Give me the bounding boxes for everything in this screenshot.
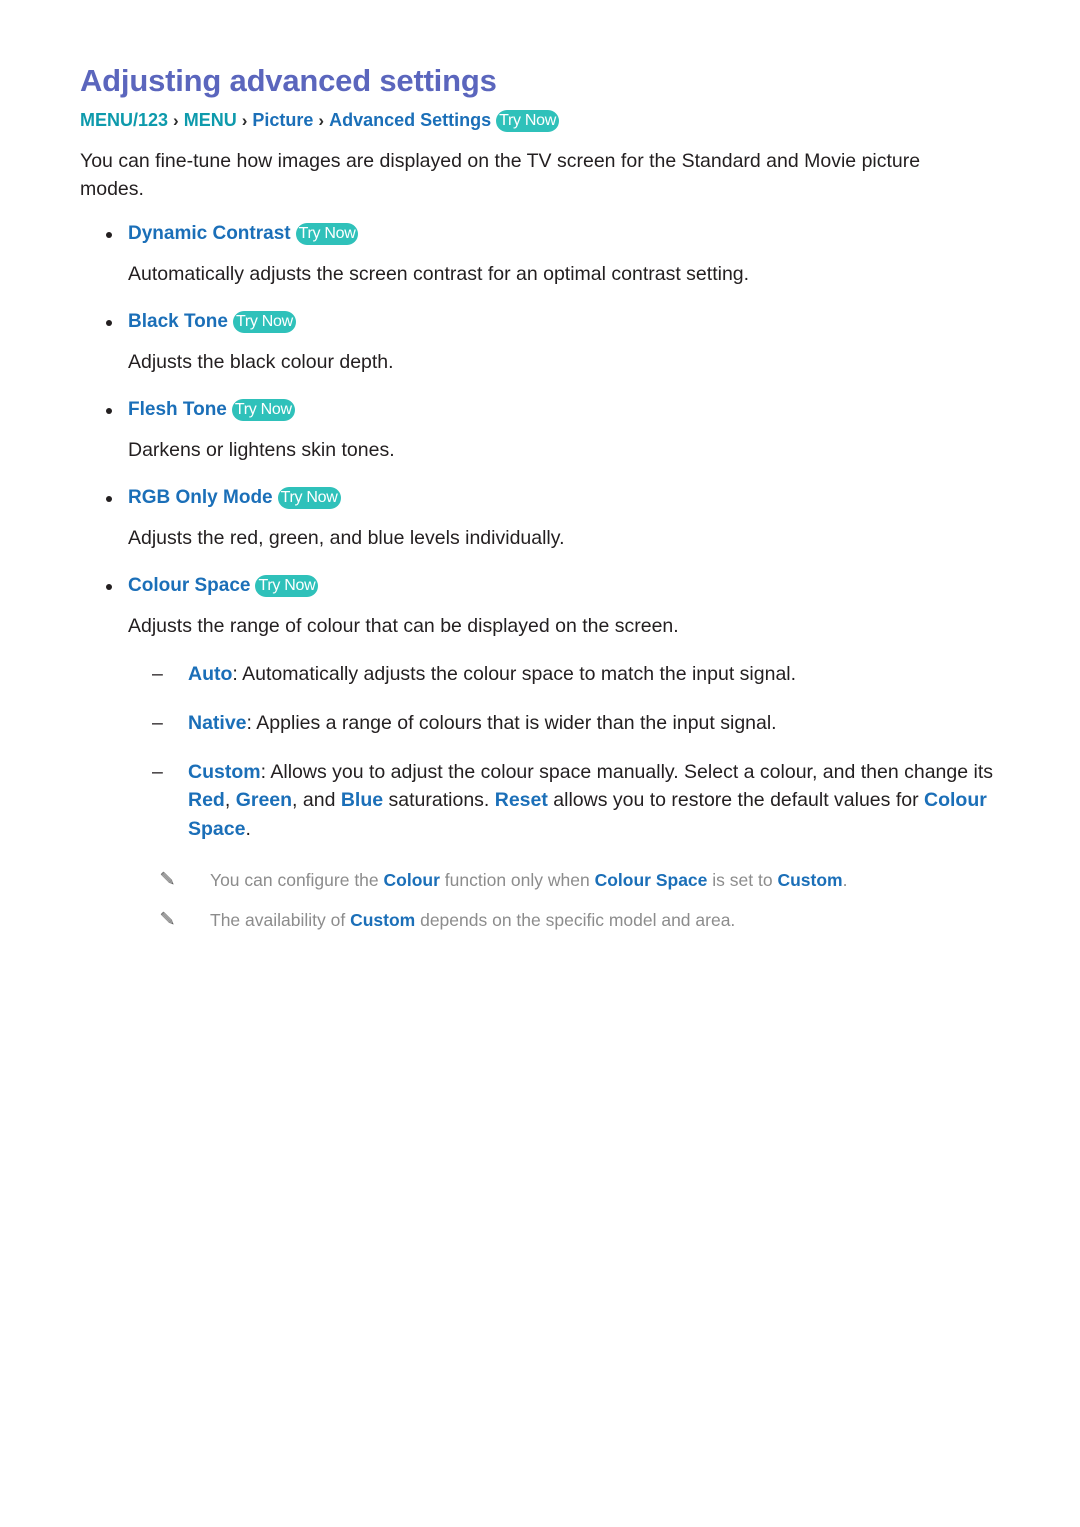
option-text-custom-a: : Allows you to adjust the colour space … xyxy=(260,760,994,783)
notes-list: You can configure the Colour function on… xyxy=(80,868,1010,933)
breadcrumb-item-advanced-settings[interactable]: Advanced Settings xyxy=(329,110,491,130)
setting-description-black-tone: Adjusts the black colour depth. xyxy=(128,351,394,374)
option-text-custom-b: , xyxy=(224,789,236,812)
option-term-auto[interactable]: Auto xyxy=(188,663,232,685)
note-text-b: depends on the specific model and area. xyxy=(415,910,736,931)
bullet-dot-icon xyxy=(106,319,112,326)
note-item: The availability of Custom depends on th… xyxy=(80,908,1010,933)
keyword-green[interactable]: Green xyxy=(236,789,292,811)
setting-label-colour-space[interactable]: Colour Space xyxy=(128,575,250,596)
option-text-auto: : Automatically adjusts the colour space… xyxy=(232,663,797,686)
breadcrumb: MENU/123 › MENU › Picture › Advanced Settings T… xyxy=(80,108,1010,133)
try-now-badge[interactable]: Try Now xyxy=(255,574,319,597)
try-now-badge[interactable]: Try Now xyxy=(232,310,296,333)
page-title: Adjusting advanced settings xyxy=(80,63,497,98)
breadcrumb-item-picture[interactable]: Picture xyxy=(252,110,313,130)
pencil-icon xyxy=(158,869,178,889)
note-text-d: . xyxy=(842,869,848,890)
setting-description-rgb-only-mode: Adjusts the red, green, and blue levels … xyxy=(128,527,565,550)
list-item: RGB Only Mode Try Now xyxy=(80,486,1010,511)
keyword-colour[interactable]: Colour xyxy=(384,870,440,890)
note-text-c: is set to xyxy=(707,869,778,890)
breadcrumb-separator-icon: › xyxy=(318,111,325,131)
bullet-dot-icon xyxy=(106,407,112,414)
try-now-badge[interactable]: Try Now xyxy=(496,110,559,133)
keyword-reset[interactable]: Reset xyxy=(495,789,548,811)
breadcrumb-separator-icon: › xyxy=(241,111,248,131)
setting-description-colour-space: Adjusts the range of colour that can be … xyxy=(128,615,679,638)
list-item: Black Tone Try Now xyxy=(80,310,1010,335)
breadcrumb-item-menu[interactable]: MENU xyxy=(184,110,237,130)
keyword-blue[interactable]: Blue xyxy=(341,789,383,811)
bullet-dot-icon xyxy=(106,231,112,238)
breadcrumb-separator-icon: › xyxy=(173,111,179,131)
keyword-colour-space[interactable]: Colour Space xyxy=(595,870,708,890)
pencil-icon xyxy=(158,909,178,929)
option-term-custom[interactable]: Custom xyxy=(188,761,261,783)
list-item: Colour Space Try Now xyxy=(80,574,1010,599)
note-text-b: function only when xyxy=(439,869,595,890)
option-auto: – Auto: Automatically adjusts the colour … xyxy=(80,660,1010,689)
dash-marker-icon: – xyxy=(152,663,163,686)
try-now-badge[interactable]: Try Now xyxy=(277,486,341,509)
document-page: Adjusting advanced settings MENU/123 › MEN… xyxy=(0,0,1080,1527)
setting-description-flesh-tone: Darkens or lightens skin tones. xyxy=(128,439,395,462)
setting-label-dynamic-contrast[interactable]: Dynamic Contrast xyxy=(128,223,291,244)
list-item: Dynamic Contrast Try Now xyxy=(80,222,1010,247)
breadcrumb-item-menu123[interactable]: MENU/123 xyxy=(80,110,168,130)
intro-paragraph: You can fine-tune how images are display… xyxy=(80,150,921,201)
try-now-badge[interactable]: Try Now xyxy=(295,222,359,245)
note-item: You can configure the Colour function on… xyxy=(80,868,1010,893)
note-text-a: The availability of xyxy=(210,910,351,931)
option-text-custom-d: saturations. xyxy=(383,789,495,812)
option-text-custom-f: . xyxy=(245,818,251,841)
option-text-custom-e: allows you to restore the default values… xyxy=(547,789,924,812)
dash-marker-icon: – xyxy=(152,712,163,735)
setting-label-flesh-tone[interactable]: Flesh Tone xyxy=(128,399,227,420)
setting-label-black-tone[interactable]: Black Tone xyxy=(128,311,228,332)
bullet-dot-icon xyxy=(106,495,112,502)
option-native: – Native: Applies a range of colours that… xyxy=(80,709,1010,738)
note-text-a: You can configure the xyxy=(210,869,384,890)
keyword-red[interactable]: Red xyxy=(188,789,225,811)
bullet-dot-icon xyxy=(106,583,112,590)
keyword-custom[interactable]: Custom xyxy=(350,910,415,930)
option-term-native[interactable]: Native xyxy=(188,712,247,734)
settings-list: Dynamic Contrast Try Now Automatically ad… xyxy=(80,222,1010,641)
option-text-custom-c: , and xyxy=(292,789,341,812)
setting-description-dynamic-contrast: Automatically adjusts the screen contras… xyxy=(128,263,750,286)
list-item: Flesh Tone Try Now xyxy=(80,398,1010,423)
try-now-badge[interactable]: Try Now xyxy=(231,398,295,421)
dash-marker-icon: – xyxy=(152,760,163,783)
colour-space-options-list: – Auto: Automatically adjusts the colour … xyxy=(80,660,1010,843)
setting-label-rgb-only-mode[interactable]: RGB Only Mode xyxy=(128,487,273,508)
keyword-custom[interactable]: Custom xyxy=(777,870,842,890)
option-text-native: : Applies a range of colours that is wid… xyxy=(246,712,777,735)
option-custom: – Custom: Allows you to adjust the colour… xyxy=(80,758,1010,844)
